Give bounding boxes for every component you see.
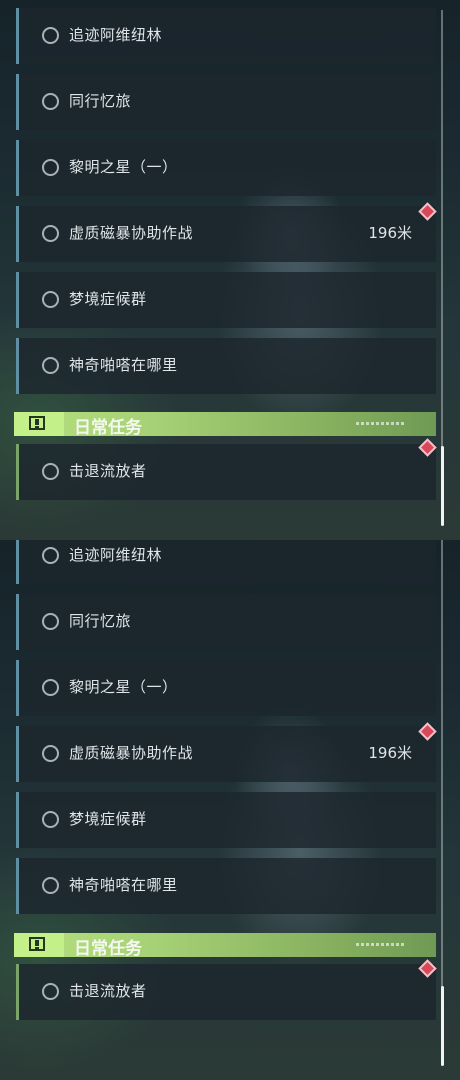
daily-quest-item-1[interactable]: 击退流放者 — [16, 444, 436, 500]
quest-label: 虚质磁暴协助作战 — [69, 224, 194, 242]
radio-icon[interactable] — [42, 463, 59, 480]
quest-item-4[interactable]: 虚质磁暴协助作战 196米 — [16, 206, 436, 262]
radio-icon[interactable] — [42, 225, 59, 242]
scrollbar-thumb[interactable] — [441, 986, 444, 1066]
radio-icon[interactable] — [42, 291, 59, 308]
quest-label: 同行忆旅 — [69, 92, 132, 110]
quest-distance: 196米 — [368, 744, 412, 762]
header-decoration — [356, 422, 406, 425]
quest-label: 梦境症候群 — [69, 290, 147, 308]
quest-label: 击退流放者 — [69, 982, 147, 1000]
scrollbar-thumb[interactable] — [441, 446, 444, 526]
quest-label: 黎明之星（一） — [69, 678, 178, 696]
quest-label: 虚质磁暴协助作战 — [69, 744, 194, 762]
header-decoration — [356, 943, 406, 946]
alert-box-icon — [14, 933, 64, 957]
quest-distance: 196米 — [368, 224, 412, 242]
quest-item-5[interactable]: 梦境症候群 — [16, 272, 436, 328]
daily-quests-header[interactable]: 日常任务 — [14, 412, 436, 438]
quest-label: 黎明之星（一） — [69, 158, 178, 176]
quest-item-3[interactable]: 黎明之星（一） — [16, 660, 436, 716]
quest-item-3[interactable]: 黎明之星（一） — [16, 140, 436, 196]
radio-icon[interactable] — [42, 93, 59, 110]
radio-icon[interactable] — [42, 745, 59, 762]
quest-item-6[interactable]: 神奇啪嗒在哪里 — [16, 858, 436, 914]
daily-quests-title: 日常任务 — [74, 418, 142, 438]
quest-label: 梦境症候群 — [69, 810, 147, 828]
quest-label: 追迹阿维纽林 — [69, 26, 163, 44]
quest-panel-top: 追迹阿维纽林 同行忆旅 黎明之星（一） 虚质磁暴协助作战 196米 梦境症候群 … — [0, 0, 460, 540]
daily-quests-header[interactable]: 日常任务 — [14, 933, 436, 959]
quest-item-6[interactable]: 神奇啪嗒在哪里 — [16, 338, 436, 394]
quest-item-5[interactable]: 梦境症候群 — [16, 792, 436, 848]
radio-icon[interactable] — [42, 811, 59, 828]
radio-icon[interactable] — [42, 159, 59, 176]
quest-item-4[interactable]: 虚质磁暴协助作战 196米 — [16, 726, 436, 782]
radio-icon[interactable] — [42, 679, 59, 696]
radio-icon[interactable] — [42, 27, 59, 44]
radio-icon[interactable] — [42, 983, 59, 1000]
radio-icon[interactable] — [42, 613, 59, 630]
daily-quests-title: 日常任务 — [74, 939, 142, 959]
radio-icon[interactable] — [42, 877, 59, 894]
quest-item-1[interactable]: 追迹阿维纽林 — [16, 540, 436, 584]
alert-box-icon — [14, 412, 64, 436]
daily-quest-item-1[interactable]: 击退流放者 — [16, 964, 436, 1020]
quest-label: 神奇啪嗒在哪里 — [69, 356, 178, 374]
quest-item-1[interactable]: 追迹阿维纽林 — [16, 8, 436, 64]
radio-icon[interactable] — [42, 547, 59, 564]
quest-item-2[interactable]: 同行忆旅 — [16, 594, 436, 650]
quest-label: 同行忆旅 — [69, 612, 132, 630]
quest-label: 击退流放者 — [69, 462, 147, 480]
radio-icon[interactable] — [42, 357, 59, 374]
quest-label: 神奇啪嗒在哪里 — [69, 876, 178, 894]
quest-label: 追迹阿维纽林 — [69, 546, 163, 564]
quest-item-2[interactable]: 同行忆旅 — [16, 74, 436, 130]
quest-panel-bottom: 追迹阿维纽林 同行忆旅 黎明之星（一） 虚质磁暴协助作战 196米 梦境症候群 … — [0, 540, 460, 1080]
